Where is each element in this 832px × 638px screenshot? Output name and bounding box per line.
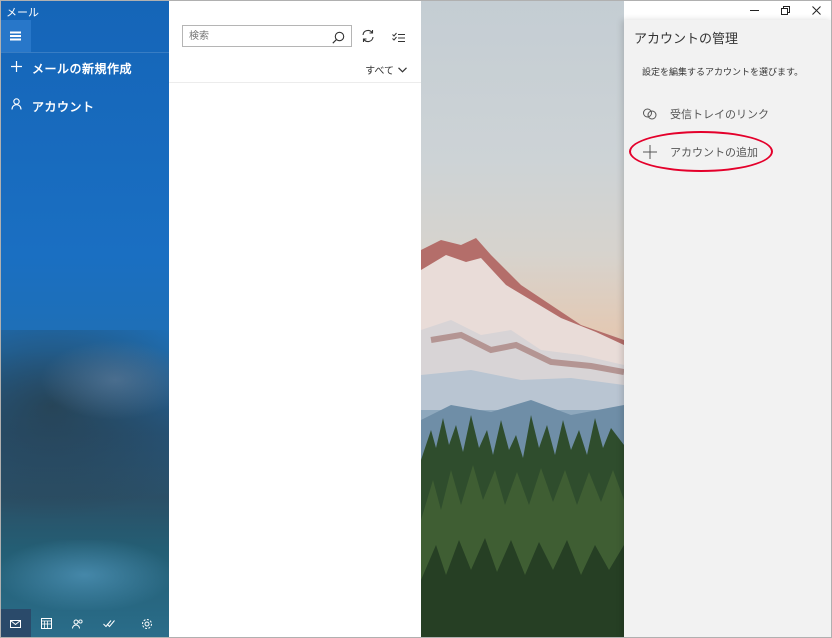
sidebar-background-lake: [0, 540, 169, 610]
settings-button[interactable]: [124, 609, 169, 638]
account-button[interactable]: アカウント: [0, 91, 169, 121]
restore-button[interactable]: [770, 0, 801, 20]
calendar-app-button[interactable]: [31, 609, 62, 638]
restore-icon: [781, 5, 790, 15]
link-inboxes-label: 受信トレイのリンク: [670, 108, 769, 121]
panel-subtitle: 設定を編集するアカウントを選びます。: [642, 68, 804, 78]
window-controls: [739, 0, 832, 20]
panel-title: アカウントの管理: [634, 32, 739, 47]
todo-icon: [102, 620, 115, 628]
red-highlight-circle: [629, 131, 773, 172]
minimize-button[interactable]: [739, 0, 770, 20]
mail-icon: [10, 619, 21, 628]
sync-button[interactable]: [361, 28, 375, 47]
search-box[interactable]: [182, 25, 352, 47]
people-app-button[interactable]: [62, 609, 93, 638]
people-icon: [71, 618, 83, 629]
calendar-icon: [41, 618, 52, 629]
hamburger-menu-button[interactable]: [0, 20, 31, 52]
checklist-icon: [392, 32, 405, 42]
filter-label: すべて: [365, 66, 394, 77]
account-label: アカウント: [32, 99, 95, 114]
minimize-icon: [750, 9, 759, 11]
plus-icon: [9, 60, 23, 76]
search-input[interactable]: [183, 29, 331, 43]
person-icon: [9, 98, 23, 114]
manage-accounts-panel: アカウントの管理 設定を編集するアカウントを選びます。 受信トレイのリンク アカ…: [624, 20, 832, 638]
link-inboxes-item[interactable]: 受信トレイのリンク: [624, 100, 832, 128]
mail-app-button[interactable]: [0, 609, 31, 638]
message-list-pane: すべて: [169, 0, 421, 638]
sync-icon: [362, 29, 374, 43]
list-separator: [169, 82, 421, 83]
hamburger-icon: [10, 35, 21, 37]
mountain-landscape-image: [421, 238, 624, 638]
search-icon[interactable]: [332, 29, 345, 48]
new-mail-button[interactable]: メールの新規作成: [0, 53, 169, 83]
chevron-down-icon: [398, 66, 407, 73]
selection-mode-button[interactable]: [392, 29, 405, 48]
sidebar: メール メールの新規作成 アカウント: [0, 0, 169, 638]
todo-app-button[interactable]: [93, 609, 124, 638]
new-mail-label: メールの新規作成: [32, 61, 133, 76]
close-icon: [812, 5, 821, 15]
app-title: メール: [6, 6, 39, 19]
filter-dropdown[interactable]: すべて: [365, 62, 407, 77]
reading-pane-background: [421, 0, 624, 638]
bottom-app-bar: [0, 609, 169, 638]
link-icon: [640, 108, 660, 120]
settings-icon: [141, 618, 152, 629]
sidebar-background-peak: [40, 340, 169, 420]
close-button[interactable]: [801, 0, 832, 20]
